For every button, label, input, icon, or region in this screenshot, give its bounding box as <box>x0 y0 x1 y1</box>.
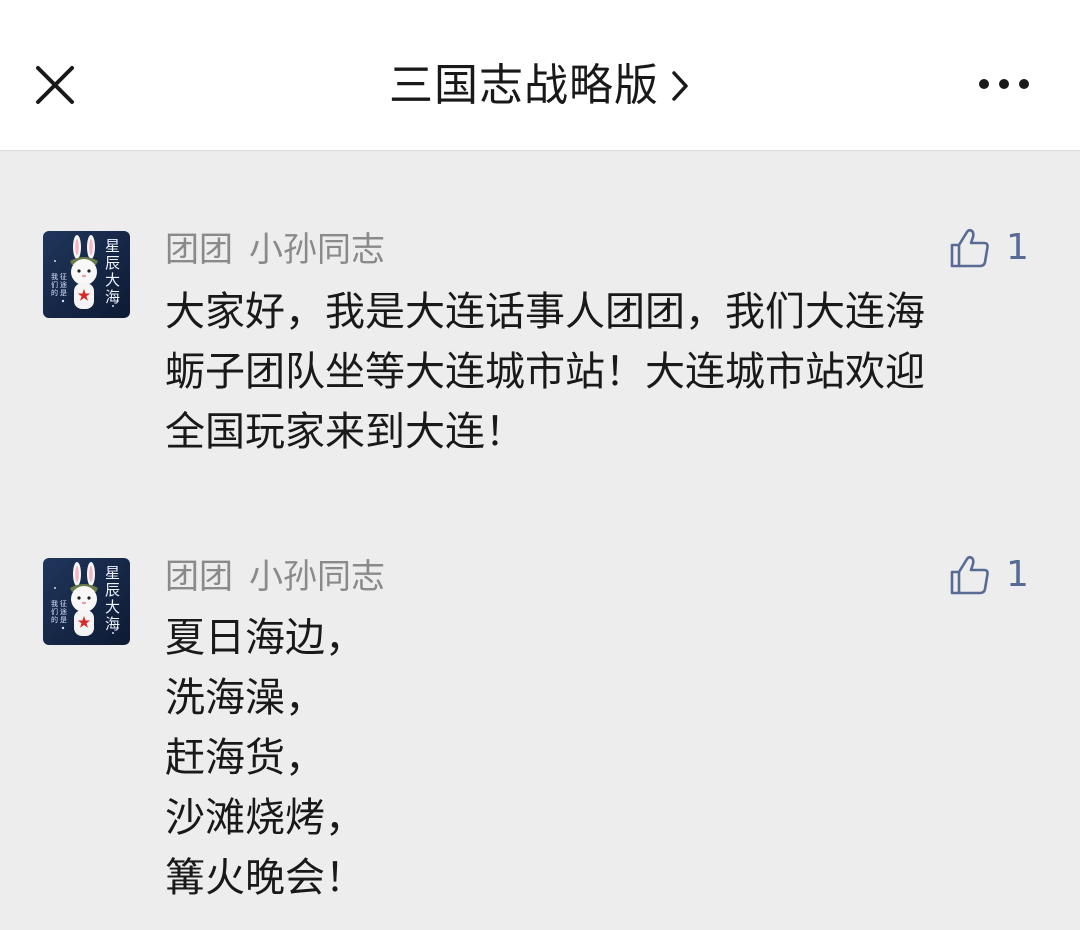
thumbs-up-icon <box>950 228 989 268</box>
author-nickname: 小孙同志 <box>249 230 385 270</box>
like-count: 1 <box>1006 227 1029 268</box>
thumbs-up-icon <box>950 555 989 595</box>
chevron-right-icon <box>672 71 688 101</box>
avatar-text: 星辰大海 <box>105 237 120 306</box>
like-button[interactable]: 1 <box>948 553 1029 597</box>
comment-line: 洗海澡， <box>165 675 325 721</box>
author-name[interactable]: 团团 <box>165 230 233 270</box>
rabbit-avatar-image: 星辰大海 我们的征途是 <box>43 558 130 645</box>
page-title: 三国志战略版 <box>389 60 659 111</box>
like-button[interactable]: 1 <box>948 226 1029 270</box>
author-name[interactable]: 团团 <box>165 557 233 597</box>
comment-line: 篝火晚会！ <box>165 855 365 901</box>
avatar[interactable]: 星辰大海 我们的征途是 <box>43 558 130 645</box>
page-title-link[interactable]: 三国志战略版 <box>0 58 1080 114</box>
more-horizontal-icon <box>979 79 1029 89</box>
comment-line: 蛎子团队坐等大连城市站！大连城市站欢迎 <box>165 349 925 395</box>
comment-line: 赶海货， <box>165 735 325 781</box>
author-nickname: 小孙同志 <box>249 557 385 597</box>
comment-line: 大家好，我是大连话事人团团，我们大连海 <box>165 289 925 335</box>
comment-body: 夏日海边， 洗海澡， 赶海货， 沙滩烧烤， 篝火晚会！ <box>165 608 1025 908</box>
more-options-button[interactable] <box>972 64 1036 104</box>
like-count: 1 <box>1006 554 1029 595</box>
comment-line: 全国玩家来到大连！ <box>165 409 525 455</box>
comment-line: 夏日海边， <box>165 615 365 661</box>
comment-meta: 团团 小孙同志 <box>165 557 385 597</box>
comment-line: 沙滩烧烤， <box>165 795 365 841</box>
avatar-text: 星辰大海 <box>105 564 120 633</box>
comment-body: 大家好，我是大连话事人团团，我们大连海 蛎子团队坐等大连城市站！大连城市站欢迎 … <box>165 282 1025 462</box>
rabbit-avatar-image: 星辰大海 我们的征途是 <box>43 231 130 318</box>
avatar[interactable]: 星辰大海 我们的征途是 <box>43 231 130 318</box>
comment-meta: 团团 小孙同志 <box>165 230 385 270</box>
top-nav-bar: 三国志战略版 <box>0 0 1080 151</box>
